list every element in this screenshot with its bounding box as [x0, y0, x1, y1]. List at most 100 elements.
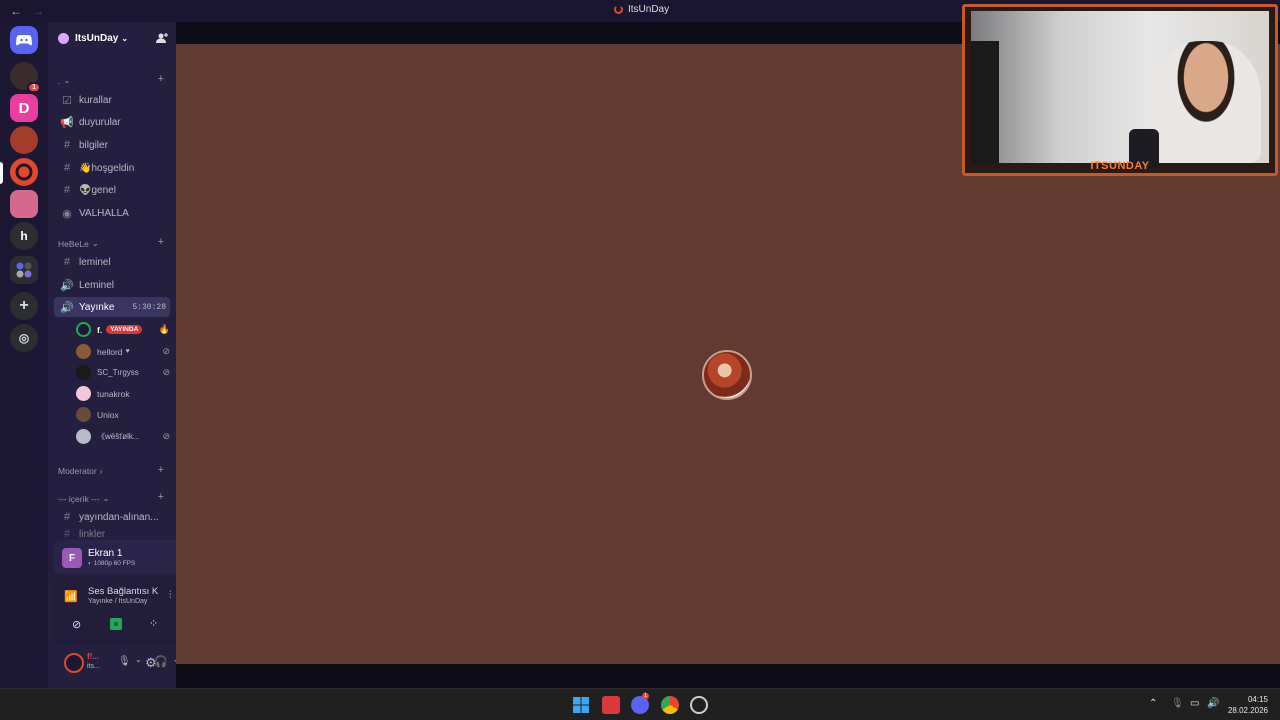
- unread-badge: 1: [27, 82, 41, 93]
- category-label: HeBeLe: [58, 238, 89, 249]
- channel-kurallar[interactable]: ☑ kurallar: [54, 90, 170, 110]
- voice-user[interactable]: tunakrok: [76, 384, 172, 403]
- channel-label: linkler: [79, 529, 106, 539]
- volume-icon[interactable]: 🔊: [1207, 698, 1219, 709]
- nav-arrows: ← →: [10, 4, 44, 18]
- category-top[interactable]: . ⌄: [58, 75, 71, 86]
- category-moderator[interactable]: Moderator ›: [58, 466, 103, 476]
- obs-icon[interactable]: [690, 696, 708, 714]
- forward-arrow-icon[interactable]: →: [32, 4, 44, 18]
- stream-quality: ◐ 1080p 60 FPS: [88, 560, 135, 567]
- direct-messages-icon[interactable]: [10, 26, 38, 54]
- voice-user-name: Uniox: [97, 409, 119, 420]
- channel-label: duyurular: [79, 116, 121, 128]
- back-arrow-icon[interactable]: ←: [10, 4, 22, 18]
- speaker-icon: 🔊: [60, 279, 74, 292]
- voice-user[interactable]: Uniox: [76, 405, 172, 424]
- server-logo-icon: [614, 5, 623, 14]
- voice-user[interactable]: SC_Tırgyss ⊘: [76, 363, 172, 382]
- category-hebele[interactable]: HeBeLe ⌄: [58, 238, 99, 249]
- chevron-right-icon: ›: [99, 466, 103, 476]
- server-folder-icon[interactable]: [10, 256, 38, 284]
- server-icon[interactable]: [10, 126, 38, 154]
- category-icerik[interactable]: --- içerik --- ⌄: [58, 493, 110, 504]
- boost-icon: ◐: [88, 560, 92, 567]
- discover-icon[interactable]: ◎: [10, 324, 38, 352]
- create-channel-icon[interactable]: +: [158, 236, 164, 248]
- deafened-icon: ⊘: [162, 346, 170, 356]
- server-icon[interactable]: h: [10, 222, 38, 250]
- selected-server-pill: [0, 162, 3, 184]
- deafened-icon: ⊘: [162, 431, 170, 441]
- voice-user[interactable]: f. YAYINDA 🔥: [76, 320, 172, 339]
- settings-gear-icon[interactable]: ⚙: [145, 655, 157, 671]
- chevron-down-icon: ⌄: [121, 33, 129, 43]
- window-title: ItsUnDay: [614, 4, 669, 15]
- voice-user[interactable]: 《wëšťølk... ⊘: [76, 427, 172, 446]
- channel-sidebar: ItsUnDay ⌄ . ⌄ + ☑ kurallar 📢 duyurular # b…: [48, 22, 218, 688]
- signal-icon[interactable]: 📶: [64, 590, 78, 603]
- stream-avatar: F: [62, 548, 82, 568]
- create-channel-icon[interactable]: +: [158, 73, 164, 85]
- voice-location[interactable]: Yayınke / ItsUnDay: [88, 598, 147, 605]
- screen-share-icon[interactable]: ×: [110, 618, 122, 630]
- voice-user[interactable]: hellord ♥ ⊘: [76, 342, 172, 361]
- channel-leminel-text[interactable]: # leminel: [54, 252, 170, 272]
- create-channel-icon[interactable]: +: [158, 464, 164, 476]
- deafened-icon: ⊘: [162, 367, 170, 377]
- chevron-up-icon[interactable]: ⌃: [1149, 698, 1157, 709]
- noise-suppression-icon[interactable]: ⫶: [169, 590, 172, 601]
- create-channel-icon[interactable]: +: [158, 491, 164, 503]
- channel-valhalla[interactable]: ◉ VALHALLA: [54, 203, 170, 223]
- user-name: f!...: [87, 652, 99, 661]
- voice-user-name: hellord: [97, 346, 123, 357]
- channel-duyurular[interactable]: 📢 duyurular: [54, 112, 170, 132]
- network-icon[interactable]: ▭: [1190, 698, 1199, 709]
- windows-start-icon[interactable]: [572, 696, 590, 714]
- channel-label: leminel: [79, 256, 111, 268]
- server-list: 1 D h + ◎: [0, 22, 48, 688]
- server-icon-itsunday[interactable]: [10, 158, 38, 186]
- channel-bilgiler[interactable]: # bilgiler: [54, 135, 170, 155]
- channel-yayindan-alinan[interactable]: # yayından-alınan...: [54, 507, 170, 527]
- channel-linkler[interactable]: # linkler: [54, 529, 170, 539]
- microphone-icon[interactable]: 🎙: [118, 656, 131, 667]
- hashtag-icon: #: [63, 162, 71, 174]
- invite-people-icon[interactable]: [156, 32, 168, 44]
- avatar: [76, 429, 91, 444]
- channel-genel[interactable]: # 👽genel: [54, 180, 170, 200]
- chevron-down-icon[interactable]: ⌄: [135, 655, 142, 664]
- microphone-tray-icon[interactable]: 🎙: [1171, 698, 1184, 709]
- hashtag-icon: #: [63, 139, 71, 151]
- speaker-icon: 🔊: [60, 301, 74, 314]
- streamer-avatar: [702, 350, 752, 400]
- server-icon[interactable]: [10, 190, 38, 218]
- chrome-icon[interactable]: [661, 696, 679, 714]
- channel-label: Yayınke: [79, 301, 115, 313]
- server-name: ItsUnDay: [75, 32, 119, 44]
- voice-user-name: f.: [97, 324, 103, 335]
- user-avatar[interactable]: [64, 653, 84, 673]
- channel-hosgeldin[interactable]: # 👋hoşgeldin: [54, 158, 170, 178]
- app-icon[interactable]: [602, 696, 620, 714]
- live-badge: YAYINDA: [106, 325, 143, 334]
- activities-icon[interactable]: ⁘: [149, 617, 158, 630]
- heart-icon: ♥: [125, 348, 130, 355]
- add-server-icon[interactable]: +: [10, 292, 38, 320]
- channel-leminel-voice[interactable]: 🔊 Leminel: [54, 275, 170, 295]
- chevron-down-icon: ⌄: [63, 75, 71, 85]
- chevron-down-icon: ⌄: [102, 493, 110, 503]
- streamer-figure: [1151, 41, 1261, 163]
- channel-yayinke[interactable]: 🔊 Yayınke 5:30:28: [54, 297, 170, 317]
- clock[interactable]: 04:15 28.02.2026: [1228, 694, 1268, 716]
- camera-off-icon[interactable]: ⊘: [72, 618, 81, 631]
- channel-label: 👋hoşgeldin: [79, 162, 135, 174]
- channel-label: bilgiler: [79, 139, 108, 151]
- hashtag-icon: #: [63, 529, 71, 539]
- server-icon[interactable]: 1: [10, 62, 41, 93]
- avatar: [76, 407, 91, 422]
- server-icon[interactable]: D: [10, 94, 38, 122]
- avatar: [76, 365, 91, 380]
- channel-label: Leminel: [79, 279, 115, 291]
- user-panel: f!... its... 🎙 ⌄ 🎧 ⌄: [48, 648, 180, 684]
